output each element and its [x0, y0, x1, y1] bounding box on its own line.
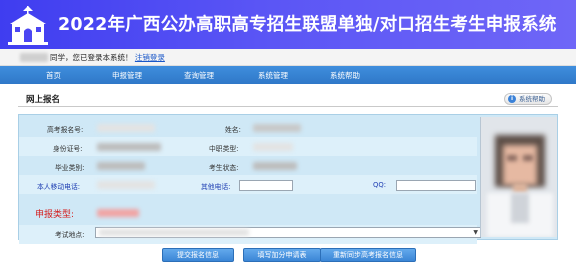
bonus-application-button[interactable]: 填写加分申请表 — [243, 248, 321, 262]
username-redacted — [20, 53, 48, 62]
form-row: 身份证号: 中职类型: — [19, 137, 477, 156]
panel-title: 网上报名 — [26, 95, 61, 105]
logout-link[interactable]: 注销登录 — [135, 53, 165, 62]
apply-type-label: 申报类型: — [35, 210, 75, 220]
exam-no-value-redacted — [97, 124, 155, 132]
user-bar: 同学，您已登录本系统！ 注销登录 — [0, 49, 576, 66]
candidate-status-label: 考生状态: — [209, 164, 239, 172]
nav-system-help[interactable]: 系统帮助 — [330, 70, 360, 81]
apply-type-value-redacted — [97, 209, 139, 217]
other-phone-input[interactable] — [239, 180, 293, 191]
name-value-redacted — [253, 124, 301, 132]
nav-home[interactable]: 首页 — [46, 70, 61, 81]
exam-site-value-redacted — [99, 229, 249, 236]
school-building-icon — [8, 6, 48, 45]
mobile-value-redacted — [97, 181, 155, 189]
id-no-label: 身份证号: — [53, 145, 83, 153]
secondary-type-value-redacted — [253, 143, 293, 151]
nav-application-mgmt[interactable]: 申报管理 — [112, 70, 142, 81]
other-phone-label: 其他电话: — [201, 183, 231, 191]
nav-query-mgmt[interactable]: 查询管理 — [184, 70, 214, 81]
help-button-label: 系统帮助 — [519, 95, 545, 103]
submit-application-button[interactable]: 提交报名信息 — [162, 248, 234, 262]
resync-registration-button[interactable]: 重新同步高考报名信息 — [320, 248, 416, 262]
form-row: 毕业类别: 考生状态: — [19, 156, 477, 175]
candidate-photo — [480, 117, 557, 237]
chevron-down-icon: ▼ — [473, 229, 478, 236]
nav-system-mgmt[interactable]: 系统管理 — [258, 70, 288, 81]
help-button[interactable]: i 系统帮助 — [504, 93, 552, 105]
greeting-label: 同学，您已登录本系统！ — [50, 53, 133, 62]
qq-input[interactable] — [396, 180, 476, 191]
secondary-type-label: 中职类型: — [209, 145, 239, 153]
grad-category-value-redacted — [97, 162, 145, 170]
form-row: 本人移动电话: 其他电话: QQ: — [19, 175, 477, 194]
registration-form: 高考报名号: 姓名: 身份证号: 中职类型: 毕业类别: 考生状态: 本人移动电… — [18, 114, 558, 244]
main-nav: 首页 申报管理 查询管理 系统管理 系统帮助 — [0, 66, 576, 84]
form-row — [19, 194, 477, 225]
exam-site-select[interactable]: ▼ — [95, 227, 481, 238]
exam-site-label: 考试地点: — [55, 231, 85, 239]
form-row: 高考报名号: 姓名: — [19, 118, 477, 137]
greeting-text: 同学，您已登录本系统！ 注销登录 — [50, 52, 165, 63]
info-icon: i — [508, 95, 516, 103]
mobile-label: 本人移动电话: — [37, 183, 81, 191]
candidate-status-value-redacted — [253, 162, 297, 170]
grad-category-label: 毕业类别: — [55, 164, 85, 172]
id-no-value-redacted — [97, 143, 161, 151]
panel-header: 网上报名 i 系统帮助 — [18, 92, 558, 107]
name-label: 姓名: — [225, 126, 241, 134]
page-title: 2022年广西公办高职高专招生联盟单独/对口招生考生申报系统 — [58, 15, 557, 35]
qq-label: QQ: — [373, 181, 386, 189]
exam-no-label: 高考报名号: — [47, 126, 84, 134]
app-header: 2022年广西公办高职高专招生联盟单独/对口招生考生申报系统 — [0, 0, 576, 49]
